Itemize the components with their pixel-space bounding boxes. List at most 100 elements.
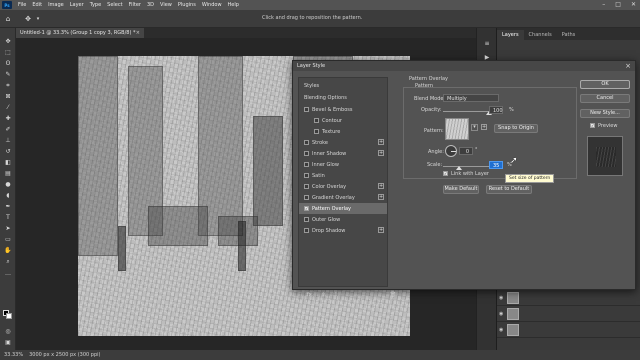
minimize-icon[interactable]: – [602, 1, 605, 8]
style-checkbox[interactable] [304, 228, 309, 233]
scale-slider-track[interactable] [443, 166, 489, 167]
make-default-button[interactable]: Make Default [443, 185, 479, 194]
style-checkbox[interactable] [304, 217, 309, 222]
styles-header[interactable]: Styles [299, 80, 387, 91]
arrow-down-icon[interactable]: ⇩ [334, 292, 338, 298]
layer-row[interactable]: ◉ [497, 322, 640, 338]
menu-layer[interactable]: Layer [67, 2, 87, 8]
menu-image[interactable]: Image [45, 2, 67, 8]
eye-icon[interactable]: ◉ [499, 295, 503, 301]
pattern-picker-chevron-icon[interactable]: ▾ [471, 124, 478, 131]
layer-row[interactable]: ◉ [497, 306, 640, 322]
style-item-outer-glow[interactable]: Outer Glow [299, 214, 387, 225]
new-style-button[interactable]: New Style... [580, 109, 630, 118]
tab-layers[interactable]: Layers [497, 30, 524, 40]
reset-to-default-button[interactable]: Reset to Default [486, 185, 532, 194]
style-item-gradient-overlay[interactable]: Gradient Overlay + [299, 192, 387, 203]
style-item-texture[interactable]: Texture [299, 126, 387, 137]
style-item-inner-glow[interactable]: Inner Glow [299, 159, 387, 170]
style-checkbox[interactable] [304, 107, 309, 112]
style-checkbox[interactable] [304, 184, 309, 189]
style-checkbox[interactable] [304, 140, 309, 145]
scale-input[interactable]: 35 [489, 161, 503, 169]
menu-view[interactable]: View [157, 2, 175, 8]
menu-edit[interactable]: Edit [29, 2, 45, 8]
move-icon[interactable]: ✥ [4, 38, 12, 46]
pattern-swatch[interactable] [445, 118, 469, 140]
style-checkbox[interactable] [304, 162, 309, 167]
add-style-icon[interactable]: + [378, 194, 384, 200]
trash-icon[interactable]: 🗑 [390, 292, 396, 298]
layer-row[interactable]: ◉ [497, 290, 640, 306]
menu-plugins[interactable]: Plugins [175, 2, 199, 8]
healing-brush-icon[interactable]: ✚ [4, 115, 12, 123]
style-checkbox[interactable] [314, 118, 319, 123]
home-icon[interactable]: ⌂ [4, 15, 12, 23]
fx-icon[interactable]: fx. [307, 292, 313, 298]
style-item-inner-shadow[interactable]: Inner Shadow + [299, 148, 387, 159]
close-tab-icon[interactable]: × [136, 30, 140, 36]
menu-filter[interactable]: Filter [126, 2, 144, 8]
add-style-icon[interactable]: + [378, 150, 384, 156]
zoom-icon[interactable]: ⌕ [4, 258, 12, 266]
menu-3d[interactable]: 3D [144, 2, 157, 8]
style-item-satin[interactable]: Satin [299, 170, 387, 181]
history-brush-icon[interactable]: ↺ [4, 148, 12, 156]
style-item-contour[interactable]: Contour [299, 115, 387, 126]
blending-options-item[interactable]: Blending Options [299, 92, 387, 103]
style-checkbox[interactable] [304, 173, 309, 178]
eraser-icon[interactable]: ◧ [4, 159, 12, 167]
style-item-pattern-overlay[interactable]: ✓ Pattern Overlay [299, 203, 387, 214]
link-with-layer-checkbox[interactable]: ✓ Link with Layer [443, 171, 489, 177]
style-checkbox[interactable] [314, 129, 319, 134]
path-select-icon[interactable]: ➤ [4, 225, 12, 233]
opacity-input[interactable]: 100 [489, 106, 503, 114]
menu-window[interactable]: Window [199, 2, 225, 8]
screen-mode-icon[interactable]: ▣ [4, 339, 12, 347]
menu-help[interactable]: Help [225, 2, 242, 8]
opacity-slider-track[interactable] [443, 111, 489, 112]
style-item-bevel-emboss[interactable]: Bevel & Emboss [299, 104, 387, 115]
eye-icon[interactable]: ◉ [499, 327, 503, 333]
menu-type[interactable]: Type [87, 2, 104, 8]
new-preset-icon[interactable]: + [481, 124, 487, 130]
add-style-icon[interactable]: + [378, 183, 384, 189]
type-icon[interactable]: T [4, 214, 12, 222]
blur-icon[interactable]: ● [4, 181, 12, 189]
lasso-icon[interactable]: ʘ [4, 60, 12, 68]
style-checkbox[interactable] [304, 195, 309, 200]
scale-slider-knob[interactable] [456, 166, 463, 170]
more-tools-icon[interactable]: … [4, 270, 12, 278]
close-dialog-icon[interactable]: × [625, 62, 631, 70]
close-icon[interactable]: ✕ [631, 1, 636, 8]
hand-icon[interactable]: ✋ [4, 247, 12, 255]
dialog-title-bar[interactable]: Layer Style × [293, 61, 635, 71]
move-tool-icon[interactable]: ✥ [24, 15, 32, 23]
tab-channels[interactable]: Channels [524, 30, 557, 40]
angle-input[interactable]: 0 [459, 147, 473, 155]
eyedropper-icon[interactable]: ⁄ [4, 104, 12, 112]
background-color-swatch[interactable] [6, 313, 12, 319]
angle-dial[interactable] [445, 145, 457, 157]
clone-stamp-icon[interactable]: ⊥ [4, 137, 12, 145]
add-style-icon[interactable]: + [378, 139, 384, 145]
style-checkbox[interactable]: ✓ [304, 206, 309, 211]
style-item-drop-shadow[interactable]: Drop Shadow + [299, 225, 387, 236]
brush-icon[interactable]: ✐ [4, 126, 12, 134]
style-item-color-overlay[interactable]: Color Overlay + [299, 181, 387, 192]
style-checkbox[interactable] [304, 151, 309, 156]
history-icon[interactable]: ≡ [483, 40, 491, 48]
arrow-up-icon[interactable]: ⇧ [321, 292, 325, 298]
chevron-down-icon[interactable]: ▾ [34, 15, 42, 23]
document-tab[interactable]: Untitled-1 @ 33.3% (Group 1 copy 3, RGB/… [16, 28, 144, 38]
cancel-button[interactable]: Cancel [580, 94, 630, 103]
maximize-icon[interactable]: □ [615, 1, 621, 8]
eye-icon[interactable]: ◉ [499, 311, 503, 317]
quick-select-icon[interactable]: ✎ [4, 71, 12, 79]
gradient-icon[interactable]: ▤ [4, 170, 12, 178]
menu-file[interactable]: File [15, 2, 29, 8]
frame-icon[interactable]: ⊠ [4, 93, 12, 101]
marquee-icon[interactable]: ⬚ [4, 49, 12, 57]
quick-mask-icon[interactable]: ◎ [4, 328, 12, 336]
menu-select[interactable]: Select [104, 2, 125, 8]
